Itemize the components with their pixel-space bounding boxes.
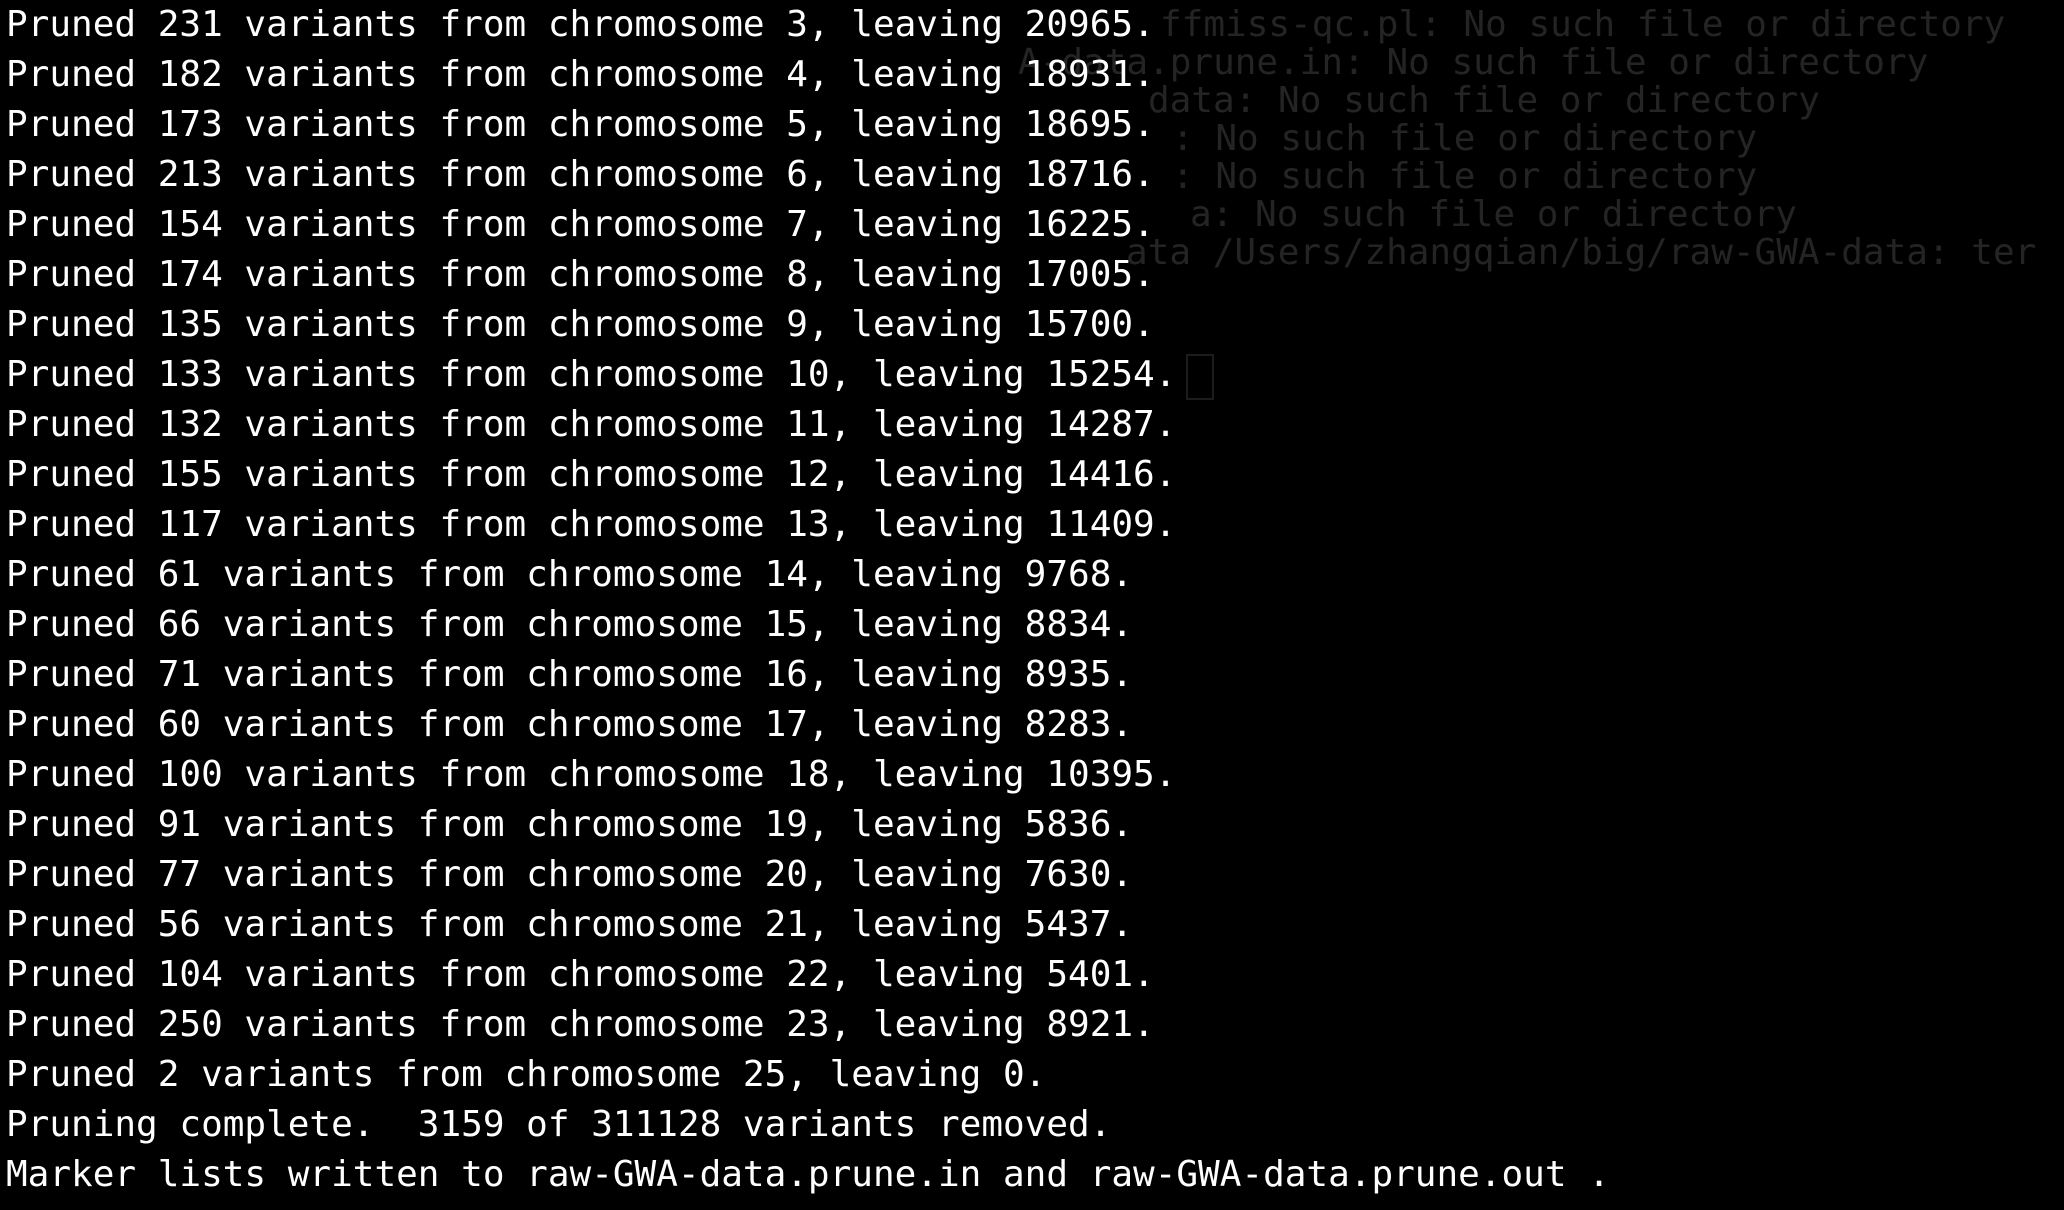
terminal-window[interactable]: ffmiss-qc.pl: No such file or directory … [0, 0, 2064, 1210]
terminal-output-line: Pruned 250 variants from chromosome 23, … [6, 1004, 1155, 1045]
terminal-output-line: Pruned 231 variants from chromosome 3, l… [6, 4, 1155, 45]
terminal-output-line: Pruning complete. 3159 of 311128 variant… [6, 1104, 1112, 1145]
terminal-output-line: Pruned 154 variants from chromosome 7, l… [6, 204, 1155, 245]
terminal-output-line: Pruned 174 variants from chromosome 8, l… [6, 254, 1155, 295]
terminal-output-line: Pruned 56 variants from chromosome 21, l… [6, 904, 1134, 945]
terminal-output-line: Pruned 182 variants from chromosome 4, l… [6, 54, 1155, 95]
terminal-output-line: Pruned 2 variants from chromosome 25, le… [6, 1054, 1047, 1095]
terminal-output-line: Pruned 66 variants from chromosome 15, l… [6, 604, 1134, 645]
terminal-output-line: Pruned 213 variants from chromosome 6, l… [6, 154, 1155, 195]
terminal-output-line: Pruned 100 variants from chromosome 18, … [6, 754, 1177, 795]
terminal-output-line: Pruned 71 variants from chromosome 16, l… [6, 654, 1134, 695]
terminal-output-line: Pruned 173 variants from chromosome 5, l… [6, 104, 1155, 145]
terminal-output: Pruned 231 variants from chromosome 3, l… [6, 0, 2056, 1200]
terminal-output-line: Pruned 60 variants from chromosome 17, l… [6, 704, 1134, 745]
terminal-output-line: Pruned 135 variants from chromosome 9, l… [6, 304, 1155, 345]
terminal-output-line: Pruned 61 variants from chromosome 14, l… [6, 554, 1134, 595]
terminal-output-line: Pruned 104 variants from chromosome 22, … [6, 954, 1155, 995]
terminal-output-line: Pruned 91 variants from chromosome 19, l… [6, 804, 1134, 845]
terminal-output-line: Pruned 133 variants from chromosome 10, … [6, 354, 1177, 395]
terminal-output-line: Pruned 132 variants from chromosome 11, … [6, 404, 1177, 445]
terminal-output-line: Pruned 155 variants from chromosome 12, … [6, 454, 1177, 495]
terminal-output-line: Marker lists written to raw-GWA-data.pru… [6, 1154, 1610, 1195]
terminal-output-line: Pruned 77 variants from chromosome 20, l… [6, 854, 1134, 895]
terminal-output-line: Pruned 117 variants from chromosome 13, … [6, 504, 1177, 545]
